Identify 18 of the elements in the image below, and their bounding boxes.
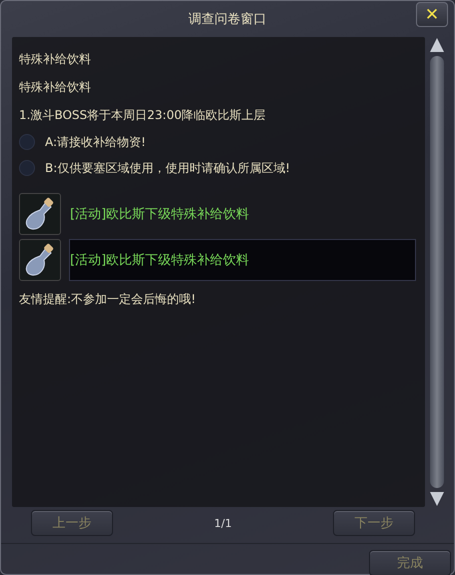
item-row[interactable]: [活动]欧比斯下级特殊补给饮料: [69, 239, 416, 281]
item-row[interactable]: [活动]欧比斯下级特殊补给饮料: [69, 193, 416, 235]
text-line: 1.激斗BOSS将于本周日23:00降临欧比斯上层: [19, 106, 266, 124]
text-line: 特殊补给饮料: [19, 50, 91, 68]
close-button[interactable]: ✕: [416, 2, 448, 27]
reminder-text: 友情提醒:不参加一定会后悔的哦!: [19, 290, 196, 308]
text-line: 特殊补给饮料: [19, 78, 91, 96]
scrollbar-track[interactable]: [430, 56, 444, 488]
radio-button[interactable]: [19, 160, 35, 176]
page-indicator: 1/1: [213, 516, 233, 530]
bottle-icon[interactable]: [19, 239, 61, 281]
option-label[interactable]: B:仅供要塞区域使用，使用时请确认所属区域!: [45, 160, 290, 176]
scroll-up-icon[interactable]: [429, 37, 445, 53]
bottle-icon[interactable]: [19, 193, 61, 235]
window-title: 调查问卷窗口: [188, 11, 266, 28]
radio-button[interactable]: [19, 134, 35, 150]
option-label[interactable]: A:请接收补给物资!: [45, 134, 146, 150]
scroll-down-icon[interactable]: [429, 491, 445, 507]
